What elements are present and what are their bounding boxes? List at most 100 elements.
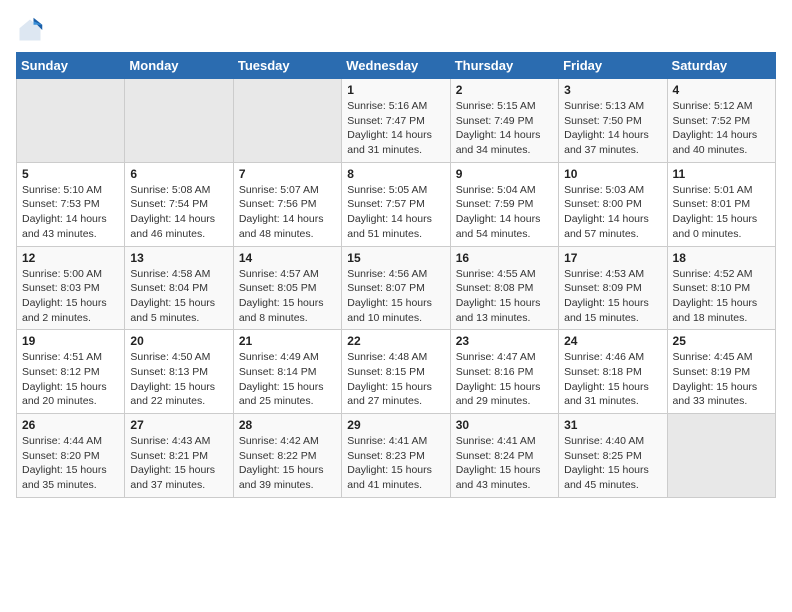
day-cell: 27Sunrise: 4:43 AM Sunset: 8:21 PM Dayli… <box>125 414 233 498</box>
header-cell-thursday: Thursday <box>450 53 558 79</box>
day-number: 12 <box>22 251 119 265</box>
calendar-table: SundayMondayTuesdayWednesdayThursdayFrid… <box>16 52 776 498</box>
day-cell: 19 Sunrise: 4:51 AM Sunset: 8:12 PM Dayli… <box>17 330 125 414</box>
day-number: 19 <box>22 334 119 348</box>
day-number: 6 <box>130 167 227 181</box>
day-cell: 23 Sunrise: 4:47 AM Sunset: 8:16 PM Dayli… <box>450 330 558 414</box>
calendar-header: SundayMondayTuesdayWednesdayThursdayFrid… <box>17 53 776 79</box>
header-cell-wednesday: Wednesday <box>342 53 450 79</box>
header-cell-tuesday: Tuesday <box>233 53 341 79</box>
week-row-2: 5 Sunrise: 5:10 AM Sunset: 7:53 PM Daylig… <box>17 162 776 246</box>
day-info: Sunrise: 5:12 AM Sunset: 7:52 PM Dayligh… <box>673 99 770 158</box>
day-info: Sunrise: 5:07 AM Sunset: 7:56 PM Dayligh… <box>239 183 336 242</box>
day-cell: 31 Sunrise: 4:40 AM Sunset: 8:25 PM Dayli… <box>559 414 667 498</box>
day-number: 1 <box>347 83 444 97</box>
day-cell: 9Sunrise: 5:04 AM Sunset: 7:59 PM Daylig… <box>450 162 558 246</box>
day-cell: 5 Sunrise: 5:10 AM Sunset: 7:53 PM Daylig… <box>17 162 125 246</box>
week-row-3: 12 Sunrise: 5:00 AM Sunset: 8:03 PM Dayli… <box>17 246 776 330</box>
day-info: Sunrise: 4:49 AM Sunset: 8:14 PM Dayligh… <box>239 350 336 409</box>
day-info: Sunrise: 4:56 AM Sunset: 8:07 PM Dayligh… <box>347 267 444 326</box>
day-number: 13 <box>130 251 227 265</box>
day-cell: 13 Sunrise: 4:58 AM Sunset: 8:04 PM Dayli… <box>125 246 233 330</box>
day-info: Sunrise: 5:01 AM Sunset: 8:01 PM Dayligh… <box>673 183 770 242</box>
logo <box>16 16 48 44</box>
day-number: 11 <box>673 167 770 181</box>
day-info: Sunrise: 5:13 AM Sunset: 7:50 PM Dayligh… <box>564 99 661 158</box>
day-info: Sunrise: 4:45 AM Sunset: 8:19 PM Dayligh… <box>673 350 770 409</box>
day-info: Sunrise: 5:15 AM Sunset: 7:49 PM Dayligh… <box>456 99 553 158</box>
day-cell: 29 Sunrise: 4:41 AM Sunset: 8:23 PM Dayli… <box>342 414 450 498</box>
header-cell-saturday: Saturday <box>667 53 775 79</box>
day-cell: 20 Sunrise: 4:50 AM Sunset: 8:13 PM Dayli… <box>125 330 233 414</box>
day-info: Sunrise: 4:41 AM Sunset: 8:24 PM Dayligh… <box>456 434 553 493</box>
day-number: 3 <box>564 83 661 97</box>
day-cell: 24Sunrise: 4:46 AM Sunset: 8:18 PM Dayli… <box>559 330 667 414</box>
day-info: Sunrise: 4:51 AM Sunset: 8:12 PM Dayligh… <box>22 350 119 409</box>
day-cell <box>125 79 233 163</box>
day-cell: 14Sunrise: 4:57 AM Sunset: 8:05 PM Dayli… <box>233 246 341 330</box>
logo-icon <box>16 16 44 44</box>
day-number: 26 <box>22 418 119 432</box>
day-cell: 3 Sunrise: 5:13 AM Sunset: 7:50 PM Daylig… <box>559 79 667 163</box>
day-number: 16 <box>456 251 553 265</box>
day-info: Sunrise: 4:52 AM Sunset: 8:10 PM Dayligh… <box>673 267 770 326</box>
day-cell <box>17 79 125 163</box>
day-cell: 30 Sunrise: 4:41 AM Sunset: 8:24 PM Dayli… <box>450 414 558 498</box>
day-cell: 17 Sunrise: 4:53 AM Sunset: 8:09 PM Dayli… <box>559 246 667 330</box>
day-info: Sunrise: 4:55 AM Sunset: 8:08 PM Dayligh… <box>456 267 553 326</box>
day-number: 25 <box>673 334 770 348</box>
day-number: 29 <box>347 418 444 432</box>
day-number: 20 <box>130 334 227 348</box>
day-info: Sunrise: 5:10 AM Sunset: 7:53 PM Dayligh… <box>22 183 119 242</box>
week-row-4: 19 Sunrise: 4:51 AM Sunset: 8:12 PM Dayli… <box>17 330 776 414</box>
day-number: 22 <box>347 334 444 348</box>
day-info: Sunrise: 5:05 AM Sunset: 7:57 PM Dayligh… <box>347 183 444 242</box>
day-cell: 12 Sunrise: 5:00 AM Sunset: 8:03 PM Dayli… <box>17 246 125 330</box>
calendar-body: 1Sunrise: 5:16 AM Sunset: 7:47 PM Daylig… <box>17 79 776 498</box>
day-number: 4 <box>673 83 770 97</box>
day-number: 5 <box>22 167 119 181</box>
day-number: 31 <box>564 418 661 432</box>
day-number: 2 <box>456 83 553 97</box>
header-section <box>16 16 776 44</box>
day-info: Sunrise: 4:48 AM Sunset: 8:15 PM Dayligh… <box>347 350 444 409</box>
day-cell: 28 Sunrise: 4:42 AM Sunset: 8:22 PM Dayli… <box>233 414 341 498</box>
header-cell-sunday: Sunday <box>17 53 125 79</box>
day-cell <box>667 414 775 498</box>
day-number: 28 <box>239 418 336 432</box>
day-info: Sunrise: 4:44 AM Sunset: 8:20 PM Dayligh… <box>22 434 119 493</box>
day-cell: 22 Sunrise: 4:48 AM Sunset: 8:15 PM Dayli… <box>342 330 450 414</box>
day-info: Sunrise: 4:58 AM Sunset: 8:04 PM Dayligh… <box>130 267 227 326</box>
day-cell: 21 Sunrise: 4:49 AM Sunset: 8:14 PM Dayli… <box>233 330 341 414</box>
day-cell: 18 Sunrise: 4:52 AM Sunset: 8:10 PM Dayli… <box>667 246 775 330</box>
day-info: Sunrise: 4:53 AM Sunset: 8:09 PM Dayligh… <box>564 267 661 326</box>
day-info: Sunrise: 5:03 AM Sunset: 8:00 PM Dayligh… <box>564 183 661 242</box>
day-info: Sunrise: 4:50 AM Sunset: 8:13 PM Dayligh… <box>130 350 227 409</box>
day-number: 21 <box>239 334 336 348</box>
day-info: Sunrise: 4:41 AM Sunset: 8:23 PM Dayligh… <box>347 434 444 493</box>
day-number: 7 <box>239 167 336 181</box>
day-info: Sunrise: 4:47 AM Sunset: 8:16 PM Dayligh… <box>456 350 553 409</box>
day-number: 10 <box>564 167 661 181</box>
day-cell: 10 Sunrise: 5:03 AM Sunset: 8:00 PM Dayli… <box>559 162 667 246</box>
day-number: 17 <box>564 251 661 265</box>
header-row: SundayMondayTuesdayWednesdayThursdayFrid… <box>17 53 776 79</box>
header-cell-friday: Friday <box>559 53 667 79</box>
day-cell: 26 Sunrise: 4:44 AM Sunset: 8:20 PM Dayli… <box>17 414 125 498</box>
day-number: 18 <box>673 251 770 265</box>
day-cell: 4 Sunrise: 5:12 AM Sunset: 7:52 PM Daylig… <box>667 79 775 163</box>
day-number: 27 <box>130 418 227 432</box>
day-info: Sunrise: 4:42 AM Sunset: 8:22 PM Dayligh… <box>239 434 336 493</box>
day-info: Sunrise: 4:40 AM Sunset: 8:25 PM Dayligh… <box>564 434 661 493</box>
day-number: 30 <box>456 418 553 432</box>
day-cell: 1Sunrise: 5:16 AM Sunset: 7:47 PM Daylig… <box>342 79 450 163</box>
day-cell: 7 Sunrise: 5:07 AM Sunset: 7:56 PM Daylig… <box>233 162 341 246</box>
day-cell: 6Sunrise: 5:08 AM Sunset: 7:54 PM Daylig… <box>125 162 233 246</box>
day-number: 23 <box>456 334 553 348</box>
day-cell: 15Sunrise: 4:56 AM Sunset: 8:07 PM Dayli… <box>342 246 450 330</box>
day-number: 24 <box>564 334 661 348</box>
day-info: Sunrise: 4:57 AM Sunset: 8:05 PM Dayligh… <box>239 267 336 326</box>
day-info: Sunrise: 5:00 AM Sunset: 8:03 PM Dayligh… <box>22 267 119 326</box>
week-row-1: 1Sunrise: 5:16 AM Sunset: 7:47 PM Daylig… <box>17 79 776 163</box>
day-cell: 11 Sunrise: 5:01 AM Sunset: 8:01 PM Dayli… <box>667 162 775 246</box>
